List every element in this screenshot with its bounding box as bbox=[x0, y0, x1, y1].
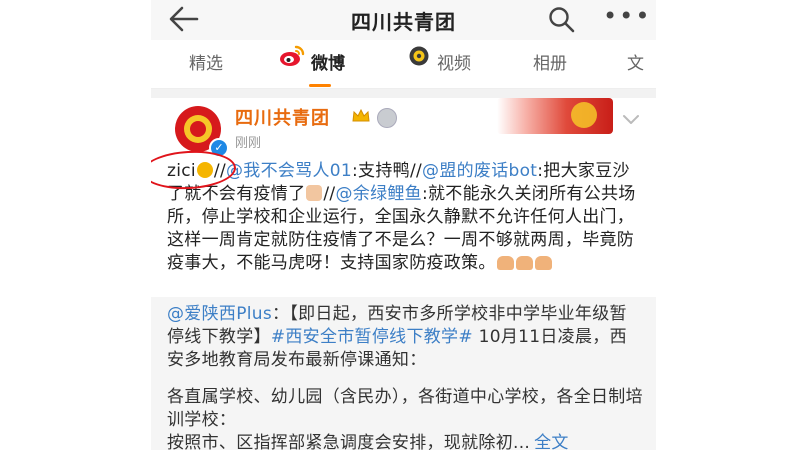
repost-paragraph: 按照市、区指挥部紧急调度会安排，现就除初... 全文 bbox=[167, 432, 643, 450]
section-divider bbox=[151, 89, 656, 98]
victory-hand-emoji-icon bbox=[306, 185, 323, 201]
tab-album[interactable]: 相册 bbox=[533, 40, 567, 88]
youth-league-emblem-icon bbox=[184, 115, 212, 143]
hashtag-link[interactable]: #西安全市暂停线下教学# bbox=[271, 327, 473, 347]
profile-banner-decoration bbox=[497, 98, 613, 134]
tab-featured[interactable]: 精选 bbox=[189, 40, 223, 88]
video-icon bbox=[407, 38, 431, 86]
repost-body: @爱陕西Plus：【即日起，西安市多所学校非中学毕业年级暂停线下教学】#西安全市… bbox=[167, 303, 643, 450]
muscle-emoji-icon bbox=[496, 256, 514, 270]
tab-label: 微博 bbox=[311, 54, 345, 74]
active-tab-indicator bbox=[309, 84, 331, 87]
more-options-button[interactable]: ••• bbox=[603, 4, 649, 34]
post-body: zici//@我不会骂人01:支持鸭//@盟的废话bot:把大家豆沙了就不会有疫… bbox=[167, 160, 645, 275]
post-text: // bbox=[323, 184, 336, 204]
tab-weibo[interactable]: 微博 bbox=[279, 40, 345, 88]
page-title: 四川共青团 bbox=[351, 10, 456, 34]
post-time: 刚刚 bbox=[235, 136, 262, 151]
verified-badge-icon: ✓ bbox=[209, 138, 229, 158]
repost-text: 按照市、区指挥部紧急调度会安排，现就除初... bbox=[167, 433, 531, 450]
tab-label: 视频 bbox=[437, 54, 471, 74]
emblem-decoration-icon bbox=[571, 102, 597, 128]
weibo-post: ✓ 四川共青团 刚刚 zici//@我不会骂人01:支持鸭//@盟的废话bot:… bbox=[151, 98, 656, 450]
mention-link[interactable]: @我不会骂人01 bbox=[226, 161, 352, 181]
chevron-down-icon[interactable] bbox=[621, 112, 641, 126]
post-text: zici bbox=[167, 161, 196, 181]
author-name[interactable]: 四川共青团 bbox=[235, 104, 330, 130]
top-bar: 四川共青团 ••• bbox=[151, 0, 656, 40]
member-level-badge-icon bbox=[377, 108, 397, 128]
mention-link[interactable]: @盟的废话bot bbox=[422, 161, 537, 181]
repost-paragraph: 各直属学校、幼儿园（含民办），各街道中心学校，各全日制培训学校： bbox=[167, 387, 643, 430]
full-text-link[interactable]: 全文 bbox=[534, 433, 569, 450]
muscle-emoji-icon bbox=[515, 256, 533, 270]
repost-paragraph: @爱陕西Plus：【即日起，西安市多所学校非中学毕业年级暂停线下教学】#西安全市… bbox=[167, 303, 643, 372]
laugh-emoji-icon bbox=[196, 162, 213, 178]
search-icon bbox=[549, 7, 575, 33]
crown-badge-icon bbox=[352, 108, 370, 122]
muscle-emoji-icon bbox=[534, 256, 552, 270]
weibo-icon bbox=[279, 38, 305, 86]
mention-link[interactable]: @爱陕西Plus bbox=[167, 304, 272, 324]
mention-link[interactable]: @余绿鲤鱼 bbox=[335, 184, 422, 204]
tab-video[interactable]: 视频 bbox=[407, 40, 471, 88]
tab-label: 相册 bbox=[533, 54, 567, 74]
search-button[interactable] bbox=[547, 5, 577, 35]
post-text: // bbox=[213, 161, 226, 181]
tab-label: 精选 bbox=[189, 54, 223, 74]
profile-tabs: 精选 微博 视频 相册 文 bbox=[151, 40, 656, 89]
reposted-content[interactable]: @爱陕西Plus：【即日起，西安市多所学校非中学毕业年级暂停线下教学】#西安全市… bbox=[151, 297, 656, 450]
tab-label: 文 bbox=[627, 54, 644, 74]
tab-article[interactable]: 文 bbox=[627, 40, 644, 88]
post-text: :支持鸭// bbox=[352, 161, 423, 181]
weibo-screen: 四川共青团 ••• 精选 微博 视频 相册 文 ✓ 四川共青团 刚刚 zici … bbox=[151, 0, 656, 450]
